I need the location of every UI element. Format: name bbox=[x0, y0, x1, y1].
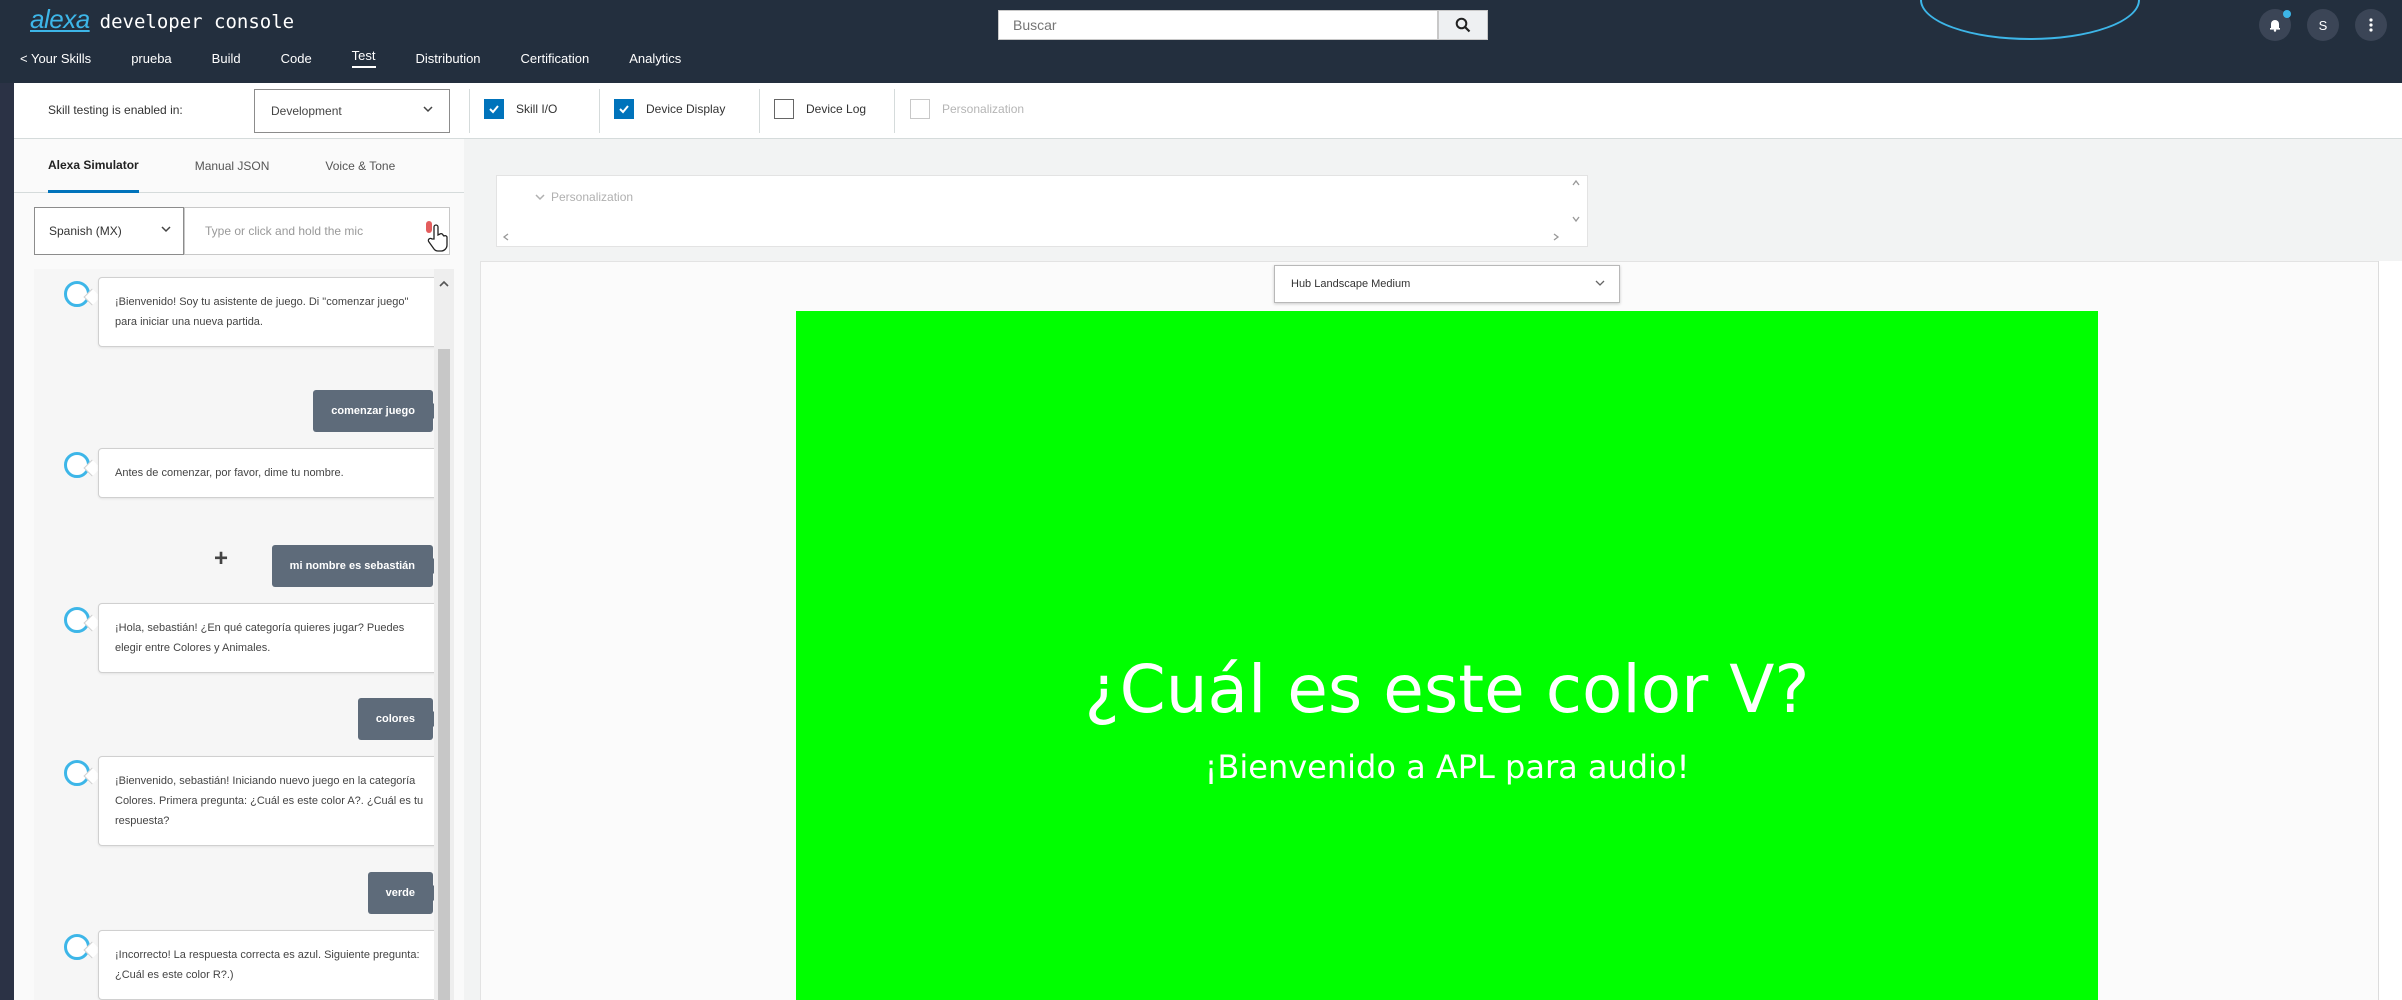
language-value: Spanish (MX) bbox=[49, 224, 122, 238]
alexa-message: ¡Bienvenido! Soy tu asistente de juego. … bbox=[98, 277, 444, 347]
device-type-select[interactable]: Hub Landscape Medium bbox=[1274, 265, 1620, 303]
chevron-down-icon[interactable] bbox=[533, 190, 547, 204]
search-icon bbox=[1455, 17, 1471, 33]
divider bbox=[599, 89, 600, 133]
alexa-message: ¡Hola, sebastián! ¿En qué categoría quie… bbox=[98, 603, 444, 673]
nav-analytics[interactable]: Analytics bbox=[629, 51, 681, 66]
test-page: Skill testing is enabled in: Development… bbox=[14, 83, 2402, 1000]
alexa-message: ¡Incorrecto! La respuesta correcta es az… bbox=[98, 930, 444, 1000]
nav-skill-name[interactable]: prueba bbox=[131, 51, 171, 66]
chevron-right-icon[interactable] bbox=[1551, 232, 1561, 242]
chevron-down-icon bbox=[1595, 280, 1605, 286]
search-bar bbox=[998, 10, 1488, 40]
logo-mark: alexa bbox=[30, 4, 90, 34]
divider bbox=[894, 89, 895, 133]
right-scroll-edge bbox=[2378, 261, 2402, 1000]
personalization-label: Personalization bbox=[942, 102, 1025, 116]
divider bbox=[759, 89, 760, 133]
device-display-label: Device Display bbox=[646, 102, 726, 116]
device-log-label: Device Log bbox=[806, 102, 867, 116]
nav-code[interactable]: Code bbox=[281, 51, 312, 66]
chevron-left-icon[interactable] bbox=[501, 232, 511, 242]
alexa-message: Antes de comenzar, por favor, dime tu no… bbox=[98, 448, 444, 498]
device-type-value: Hub Landscape Medium bbox=[1291, 278, 1411, 290]
chevron-down-icon bbox=[161, 226, 171, 233]
tab-voice-tone[interactable]: Voice & Tone bbox=[325, 139, 395, 193]
chevron-down-icon bbox=[423, 106, 433, 113]
language-select[interactable]: Spanish (MX) bbox=[34, 207, 184, 255]
check-icon bbox=[614, 99, 634, 119]
nav-certification[interactable]: Certification bbox=[521, 51, 590, 66]
checkbox-box bbox=[910, 99, 930, 119]
personalization-panel: Personalization bbox=[496, 175, 1588, 247]
search-button[interactable] bbox=[1438, 10, 1488, 40]
developer-console-app: alexa developer console < Your Skills pr… bbox=[0, 0, 2402, 1000]
nav-build[interactable]: Build bbox=[212, 51, 241, 66]
test-toolbar: Skill testing is enabled in: Development… bbox=[14, 83, 2402, 139]
user-avatar[interactable]: S bbox=[2307, 9, 2339, 41]
nav-test[interactable]: Test bbox=[351, 48, 376, 68]
stage-select[interactable]: Development bbox=[254, 89, 450, 133]
alexa-logo[interactable]: alexa developer console bbox=[30, 4, 294, 35]
more-options-button[interactable] bbox=[2355, 9, 2387, 41]
device-display-checkbox[interactable]: Device Display bbox=[614, 99, 725, 119]
logo-text: developer console bbox=[99, 11, 295, 33]
notifications-button[interactable] bbox=[2259, 9, 2291, 41]
stage-value: Development bbox=[271, 104, 342, 118]
skill-io-checkbox[interactable]: Skill I/O bbox=[484, 99, 557, 119]
check-icon bbox=[484, 99, 504, 119]
testing-label: Skill testing is enabled in: bbox=[48, 103, 183, 117]
top-header: alexa developer console < Your Skills pr… bbox=[0, 0, 2402, 83]
checkbox-box bbox=[774, 99, 794, 119]
user-message: verde bbox=[367, 872, 442, 914]
utterance-input[interactable]: Type or click and hold the mic bbox=[184, 207, 450, 255]
device-log-checkbox[interactable]: Device Log bbox=[774, 99, 866, 119]
tab-manual-json[interactable]: Manual JSON bbox=[195, 139, 270, 193]
conversation-log: ¡Bienvenido! Soy tu asistente de juego. … bbox=[34, 269, 454, 1000]
notification-dot bbox=[2283, 10, 2291, 18]
nav-distribution[interactable]: Distribution bbox=[416, 51, 481, 66]
personalization-title: Personalization bbox=[551, 190, 634, 204]
nav-your-skills[interactable]: < Your Skills bbox=[20, 51, 91, 66]
chevron-up-icon[interactable] bbox=[438, 279, 450, 289]
header-icons: S bbox=[2259, 9, 2387, 41]
chevron-down-icon[interactable] bbox=[1571, 214, 1581, 224]
microphone-icon[interactable] bbox=[424, 219, 452, 257]
simulator-panel: Alexa Simulator Manual JSON Voice & Tone… bbox=[14, 139, 464, 1000]
left-rail bbox=[0, 83, 14, 1000]
tab-alexa-simulator[interactable]: Alexa Simulator bbox=[48, 139, 139, 193]
search-input[interactable] bbox=[998, 10, 1438, 40]
chevron-up-icon[interactable] bbox=[1571, 178, 1581, 188]
bell-icon bbox=[2270, 20, 2280, 32]
plus-icon[interactable]: + bbox=[214, 545, 228, 573]
device-display-panel: Personalization Hub Landscape Medium ¿Cu… bbox=[470, 139, 2402, 1000]
simulator-tabs: Alexa Simulator Manual JSON Voice & Tone bbox=[14, 139, 464, 193]
main-nav: < Your Skills prueba Build Code Test Dis… bbox=[20, 46, 721, 70]
user-message: comenzar juego bbox=[313, 390, 441, 432]
apl-device-screen[interactable]: ¿Cuál es este color V? ¡Bienvenido a APL… bbox=[796, 311, 2098, 1000]
personalization-checkbox[interactable]: Personalization bbox=[910, 99, 1024, 119]
user-message: mi nombre es sebastián bbox=[271, 545, 442, 587]
more-vertical-icon bbox=[2369, 18, 2373, 32]
divider bbox=[469, 89, 470, 133]
alexa-message: ¡Bienvenido, sebastián! Iniciando nuevo … bbox=[98, 756, 444, 846]
scrollbar-thumb[interactable] bbox=[438, 349, 450, 1000]
screen-title: ¿Cuál es este color V? bbox=[1084, 651, 1810, 728]
utterance-placeholder: Type or click and hold the mic bbox=[205, 224, 364, 238]
decorative-arc bbox=[1920, 0, 2140, 40]
screen-subtitle: ¡Bienvenido a APL para audio! bbox=[1204, 748, 1690, 786]
user-message: colores bbox=[357, 698, 442, 740]
skill-io-label: Skill I/O bbox=[516, 102, 558, 116]
